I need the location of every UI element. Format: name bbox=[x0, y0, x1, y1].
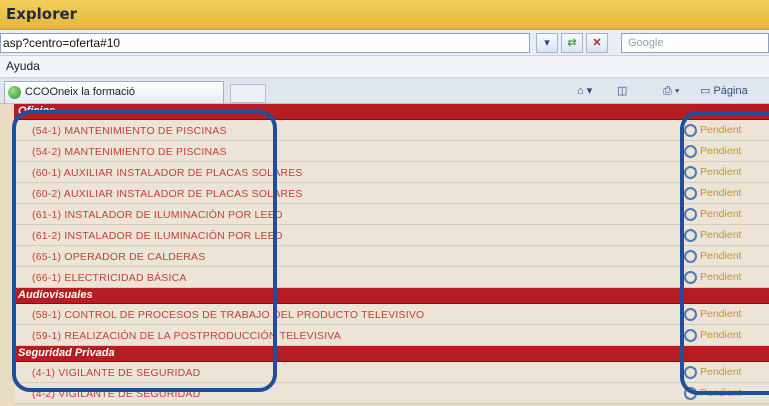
course-name[interactable]: (66-1) ELECTRICIDAD BÁSICA bbox=[32, 272, 187, 284]
search-icon bbox=[684, 308, 697, 321]
course-row[interactable]: (61-1) INSTALADOR DE ILUMINACIÓN POR LEE… bbox=[14, 204, 769, 225]
status-text: Pendient bbox=[700, 124, 742, 136]
course-name[interactable]: (58-1) CONTROL DE PROCESOS DE TRABAJO DE… bbox=[32, 309, 424, 321]
status-link[interactable]: Pendient bbox=[684, 143, 769, 160]
section-header-audiovisuales: Audiovisuales bbox=[14, 288, 769, 304]
course-name[interactable]: (4-2) VIGILANTE DE SEGURIDAD bbox=[32, 388, 200, 400]
course-row[interactable]: (54-2) MANTENIMIENTO DE PISCINAS Pendien… bbox=[14, 141, 769, 162]
course-name[interactable]: (4-1) VIGILANTE DE SEGURIDAD bbox=[32, 367, 200, 379]
course-row[interactable]: (65-1) OPERADOR DE CALDERAS Pendient bbox=[14, 246, 769, 267]
tab-bar: CCOOneix la formació ⌂ ▾ ◫ ⎙ ▾ ▭ Página bbox=[0, 78, 769, 104]
address-bar: asp?centro=oferta#10 ▾ ⇄ ✕ Google bbox=[0, 30, 769, 56]
search-icon bbox=[684, 329, 697, 342]
status-link[interactable]: Pendient bbox=[684, 227, 769, 244]
section-title: Audiovisuales bbox=[18, 289, 93, 301]
search-input[interactable]: Google bbox=[621, 33, 769, 53]
course-row[interactable]: (60-2) AUXILIAR INSTALADOR DE PLACAS SOL… bbox=[14, 183, 769, 204]
menu-bar: Ayuda bbox=[0, 56, 769, 78]
course-row[interactable]: (54-1) MANTENIMIENTO DE PISCINAS Pendien… bbox=[14, 120, 769, 141]
course-name[interactable]: (65-1) OPERADOR DE CALDERAS bbox=[32, 251, 205, 263]
course-name[interactable]: (60-1) AUXILIAR INSTALADOR DE PLACAS SOL… bbox=[32, 167, 303, 179]
home-icon[interactable]: ⌂ ▾ bbox=[577, 82, 592, 100]
course-row[interactable]: (4-1) VIGILANTE DE SEGURIDAD Pendient bbox=[14, 362, 769, 383]
course-list: Oficios (54-1) MANTENIMIENTO DE PISCINAS… bbox=[0, 104, 769, 406]
status-link[interactable]: Pendient bbox=[684, 385, 769, 402]
status-link[interactable]: Pendient bbox=[684, 206, 769, 223]
section-title: Seguridad Privada bbox=[18, 347, 115, 359]
search-icon bbox=[684, 187, 697, 200]
course-row[interactable]: (58-1) CONTROL DE PROCESOS DE TRABAJO DE… bbox=[14, 304, 769, 325]
status-link[interactable]: Pendient bbox=[684, 269, 769, 286]
status-text: Pendient bbox=[700, 387, 742, 399]
status-text: Pendient bbox=[700, 229, 742, 241]
new-tab-button[interactable] bbox=[230, 84, 266, 103]
search-icon bbox=[684, 208, 697, 221]
course-name[interactable]: (59-1) REALIZACIÓN DE LA POSTPRODUCCIÓN … bbox=[32, 330, 341, 342]
course-row[interactable]: (59-1) REALIZACIÓN DE LA POSTPRODUCCIÓN … bbox=[14, 325, 769, 346]
search-icon bbox=[684, 271, 697, 284]
status-text: Pendient bbox=[700, 208, 742, 220]
course-row[interactable]: (4-2) VIGILANTE DE SEGURIDAD Pendient bbox=[14, 383, 769, 404]
status-link[interactable]: Pendient bbox=[684, 306, 769, 323]
status-link[interactable]: Pendient bbox=[684, 185, 769, 202]
search-icon bbox=[684, 124, 697, 137]
search-icon bbox=[684, 366, 697, 379]
search-icon bbox=[684, 229, 697, 242]
status-link[interactable]: Pendient bbox=[684, 364, 769, 381]
status-text: Pendient bbox=[700, 366, 742, 378]
section-title: Oficios bbox=[18, 105, 56, 117]
refresh-icon[interactable]: ⇄ bbox=[561, 33, 583, 53]
course-name[interactable]: (60-2) AUXILIAR INSTALADOR DE PLACAS SOL… bbox=[32, 188, 303, 200]
course-name[interactable]: (54-2) MANTENIMIENTO DE PISCINAS bbox=[32, 146, 227, 158]
status-text: Pendient bbox=[700, 271, 742, 283]
status-text: Pendient bbox=[700, 250, 742, 262]
menu-item-ayuda[interactable]: Ayuda bbox=[6, 59, 40, 73]
tab-active[interactable]: CCOOneix la formació bbox=[4, 81, 224, 103]
status-link[interactable]: Pendient bbox=[684, 122, 769, 139]
status-link[interactable]: Pendient bbox=[684, 248, 769, 265]
favicon-icon bbox=[8, 86, 21, 99]
page-icon: ▭ bbox=[700, 85, 714, 97]
status-link[interactable]: Pendient bbox=[684, 327, 769, 344]
course-name[interactable]: (61-1) INSTALADOR DE ILUMINACIÓN POR LEE… bbox=[32, 209, 283, 221]
status-text: Pendient bbox=[700, 329, 742, 341]
status-text: Pendient bbox=[700, 166, 742, 178]
tab-label: CCOOneix la formació bbox=[25, 86, 136, 98]
status-link[interactable]: Pendient bbox=[684, 164, 769, 181]
status-text: Pendient bbox=[700, 187, 742, 199]
course-row[interactable]: (61-2) INSTALADOR DE ILUMINACIÓN POR LEE… bbox=[14, 225, 769, 246]
stop-icon[interactable]: ✕ bbox=[586, 33, 608, 53]
status-text: Pendient bbox=[700, 308, 742, 320]
print-icon[interactable]: ⎙ ▾ bbox=[663, 82, 679, 100]
page-menu-button[interactable]: ▭ Página bbox=[700, 82, 748, 100]
window-title: Explorer bbox=[6, 5, 78, 23]
search-icon bbox=[684, 166, 697, 179]
course-row[interactable]: (66-1) ELECTRICIDAD BÁSICA Pendient bbox=[14, 267, 769, 288]
course-name[interactable]: (61-2) INSTALADOR DE ILUMINACIÓN POR LEE… bbox=[32, 230, 283, 242]
course-row[interactable]: (60-1) AUXILIAR INSTALADOR DE PLACAS SOL… bbox=[14, 162, 769, 183]
course-name[interactable]: (54-1) MANTENIMIENTO DE PISCINAS bbox=[32, 125, 227, 137]
status-text: Pendient bbox=[700, 145, 742, 157]
page-menu-label: Página bbox=[713, 85, 748, 97]
section-header-seguridad-privada: Seguridad Privada bbox=[14, 346, 769, 362]
search-icon bbox=[684, 145, 697, 158]
address-input[interactable]: asp?centro=oferta#10 bbox=[0, 33, 530, 53]
address-dropdown-button[interactable]: ▾ bbox=[536, 33, 558, 53]
search-icon bbox=[684, 250, 697, 263]
feeds-icon[interactable]: ◫ bbox=[617, 82, 627, 100]
window-title-bar: Explorer bbox=[0, 0, 769, 30]
section-header-oficios: Oficios bbox=[14, 104, 769, 120]
search-icon bbox=[684, 387, 697, 400]
